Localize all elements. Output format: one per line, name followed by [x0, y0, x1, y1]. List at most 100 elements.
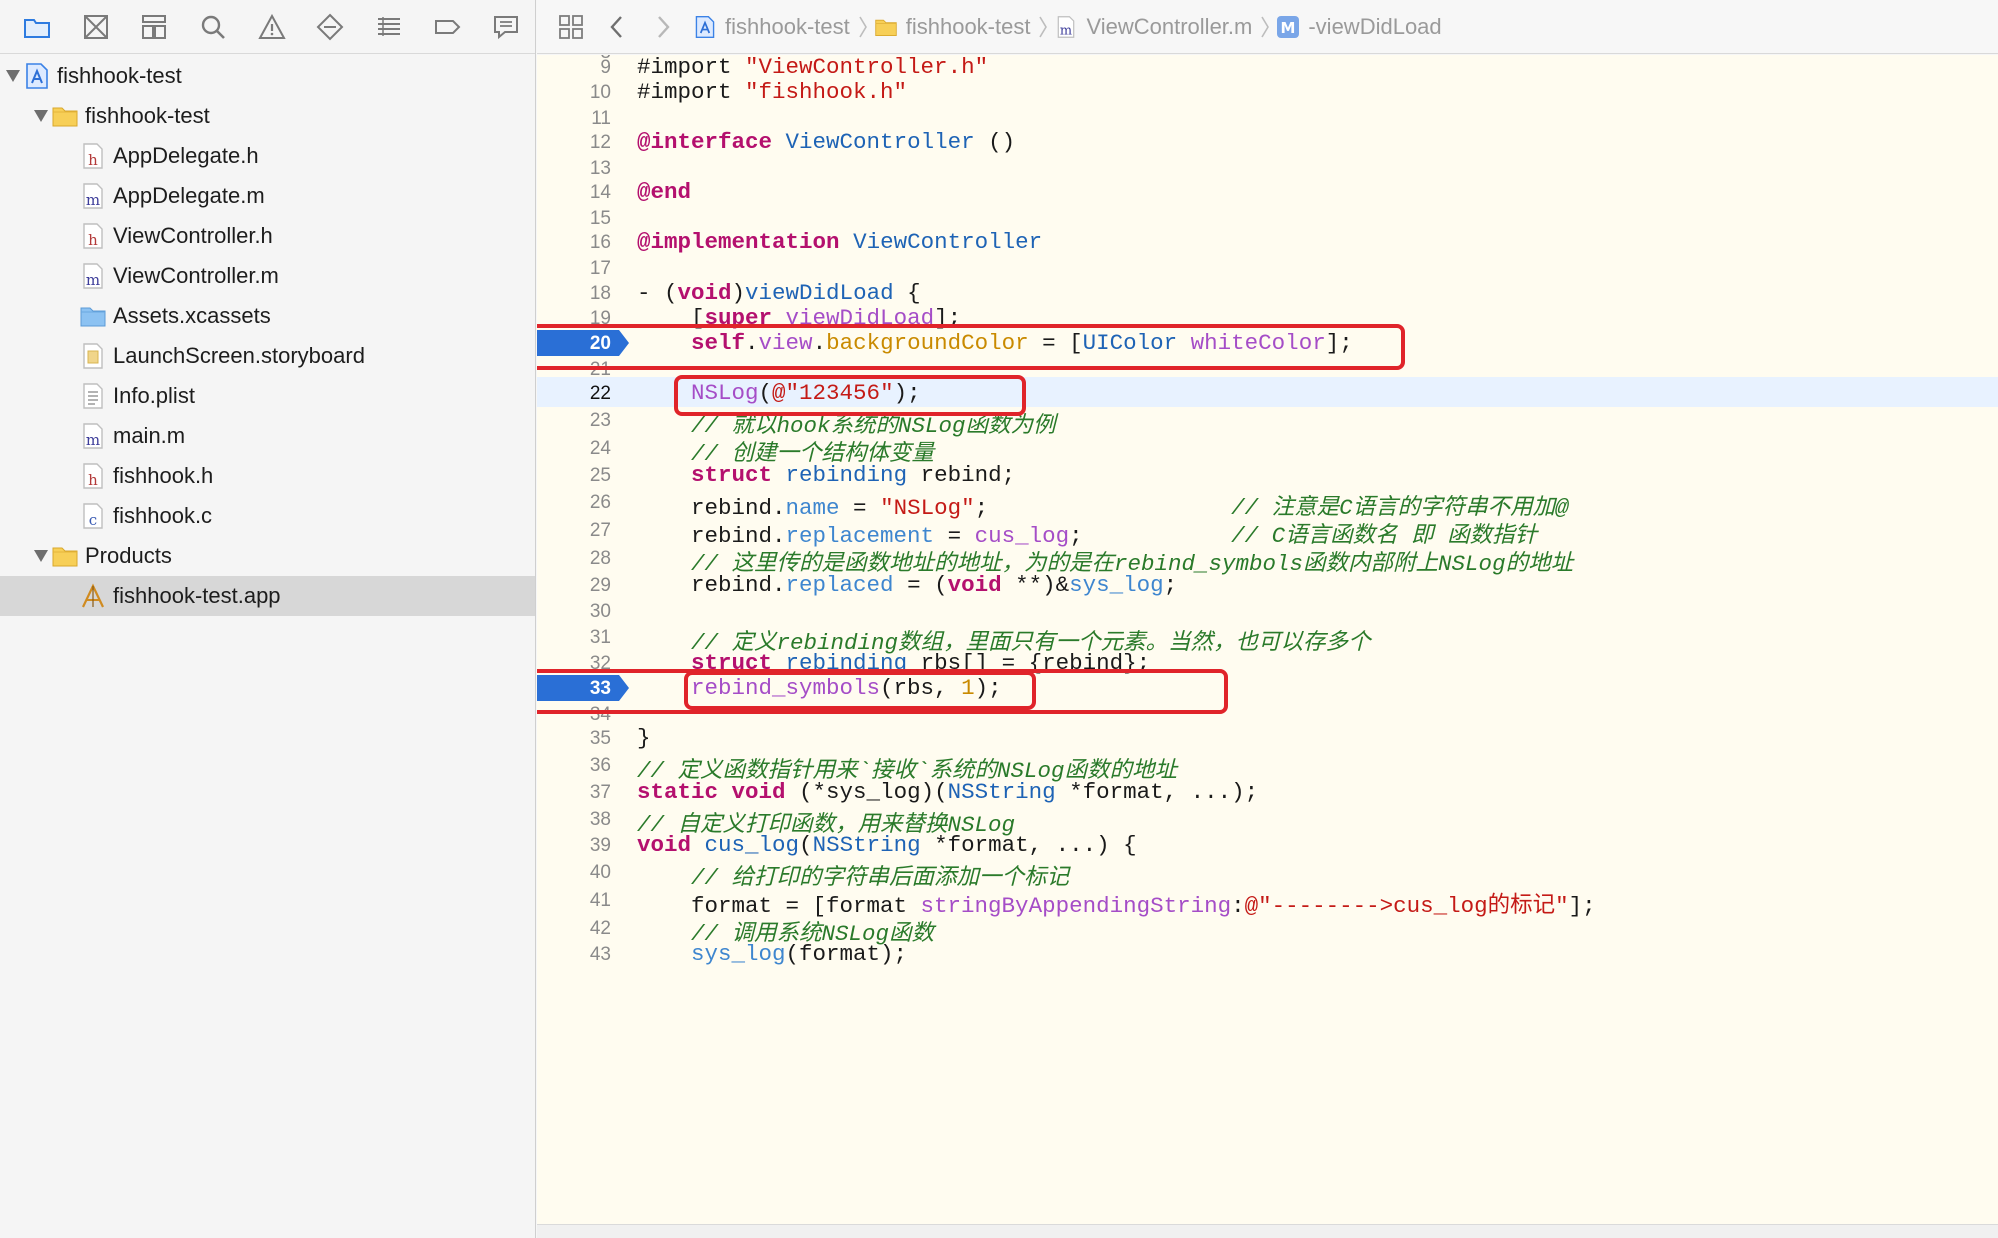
code-line[interactable]: 39 void cus_log(NSString *format, ...) {	[537, 829, 1998, 859]
breadcrumb-item[interactable]: fishhook-test	[874, 14, 1030, 40]
code-token: );	[893, 380, 921, 406]
disclosure-triangle-icon[interactable]	[2, 65, 24, 87]
code-line[interactable]: 22 NSLog(@"123456");	[537, 377, 1998, 407]
test-icon[interactable]	[301, 7, 360, 47]
svg-text:h: h	[88, 471, 98, 489]
line-number: 33	[589, 678, 611, 699]
code-line[interactable]: 43 sys_log(format);	[537, 938, 1998, 968]
code-line[interactable]: 27 rebind.replacement = cus_log; // C语言函…	[537, 514, 1998, 549]
source-control-icon[interactable]	[67, 7, 126, 47]
debug-icon[interactable]	[359, 7, 418, 47]
svg-text:m: m	[86, 271, 100, 289]
breadcrumb-item[interactable]: m ViewController.m	[1054, 14, 1252, 40]
group-folder-icon	[52, 102, 78, 130]
file-fishhook-h[interactable]: h fishhook.h	[0, 456, 535, 496]
code-line[interactable]: 28 // 这里传的是函数地址的地址，为的是在rebind_symbols函数内…	[537, 542, 1998, 577]
code-line[interactable]: 26 rebind.name = "NSLog"; // 注意是C语言的字符串不…	[537, 486, 1998, 521]
objc-file-icon: m	[80, 422, 106, 450]
header-file-icon: h	[80, 222, 106, 250]
navigator-toolbar	[0, 0, 535, 54]
tree-item-label: fishhook-test	[57, 63, 182, 88]
svg-text:m: m	[86, 191, 100, 209]
tree-item-label: AppDelegate.h	[113, 143, 259, 168]
tree-item-label: fishhook-test.app	[113, 583, 281, 608]
code-line[interactable]: 35}	[537, 722, 1998, 752]
folder-icon[interactable]	[8, 7, 67, 47]
code-line[interactable]: 23 // 就以hook系统的NSLog函数为例	[537, 404, 1998, 439]
group-fishhook-test[interactable]: fishhook-test	[0, 96, 535, 136]
header-file-icon: h	[80, 462, 106, 490]
file-appdelegate-m[interactable]: m AppDelegate.m	[0, 176, 535, 216]
horizontal-scrollbar[interactable]	[537, 1224, 1998, 1238]
jump-bar: fishhook-test fishhook-test m ViewControlle…	[537, 0, 1998, 54]
source-editor[interactable]: 89#import "ViewController.h"10#import "f…	[537, 55, 1998, 1238]
code-line[interactable]: 25 struct rebinding rebind;	[537, 459, 1998, 489]
line-number: 41	[589, 890, 611, 911]
breadcrumb-separator-icon	[858, 14, 868, 40]
file-viewcontroller-h[interactable]: h ViewController.h	[0, 216, 535, 256]
line-number: 37	[589, 782, 611, 803]
line-number: 27	[589, 520, 611, 541]
code-line[interactable]: 41 format = [format stringByAppendingStr…	[537, 884, 1998, 919]
file-appdelegate-h[interactable]: h AppDelegate.h	[0, 136, 535, 176]
forward-chevron-icon[interactable]	[641, 5, 685, 49]
code-token: cus_log	[704, 832, 800, 858]
warning-icon[interactable]	[242, 7, 301, 47]
code-line[interactable]: 24 // 创建一个结构体变量	[537, 432, 1998, 467]
report-icon[interactable]	[477, 7, 536, 47]
group-products[interactable]: Products	[0, 536, 535, 576]
code-token: @"123456"	[772, 380, 894, 406]
code-token: (	[799, 832, 813, 858]
tree-item-label: ViewController.m	[113, 263, 279, 288]
project-navigator: fishhook-test fishhook-test h AppDelegate.h…	[0, 0, 536, 1238]
code-line[interactable]: 37 static void (*sys_log)(NSString *forma…	[537, 776, 1998, 806]
code-token: (*sys_log)(	[785, 779, 948, 805]
tree-item-label: ViewController.h	[113, 223, 273, 248]
file-fishhook-test-app[interactable]: fishhook-test.app	[0, 576, 535, 616]
file-viewcontroller-m[interactable]: m ViewController.m	[0, 256, 535, 296]
disclosure-triangle-icon[interactable]	[30, 105, 52, 127]
code-text: NSLog(@"123456");	[637, 380, 921, 406]
code-line[interactable]: 40 // 给打印的字符串后面添加一个标记	[537, 856, 1998, 891]
back-chevron-icon[interactable]	[595, 5, 639, 49]
file-launchscreen[interactable]: LaunchScreen.storyboard	[0, 336, 535, 376]
file-fishhook-c[interactable]: c fishhook.c	[0, 496, 535, 536]
code-line[interactable]: 36// 定义函数指针用来`接收`系统的NSLog函数的地址	[537, 749, 1998, 784]
tree-item-label: Info.plist	[113, 383, 195, 408]
code-text: void cus_log(NSString *format, ...) {	[637, 832, 1137, 858]
tree-item-label: fishhook.h	[113, 463, 214, 488]
tree-item-label: Assets.xcassets	[113, 303, 271, 328]
code-token: rebinding	[785, 462, 908, 488]
objc-file-icon: m	[80, 182, 106, 210]
line-number: 29	[589, 575, 611, 596]
project-fishhook-test[interactable]: fishhook-test	[0, 56, 535, 96]
file-info-plist[interactable]: Info.plist	[0, 376, 535, 416]
breadcrumb-item[interactable]: M -viewDidLoad	[1276, 14, 1442, 40]
header-file-icon: h	[80, 142, 106, 170]
code-token: NSString	[812, 832, 921, 858]
file-assets[interactable]: Assets.xcassets	[0, 296, 535, 336]
code-area[interactable]: 89#import "ViewController.h"10#import "f…	[537, 55, 1998, 1238]
app-product-icon	[80, 582, 106, 610]
tree-item-label: main.m	[113, 423, 186, 448]
related-items-icon[interactable]	[549, 5, 593, 49]
line-number: 38	[589, 809, 611, 830]
disclosure-triangle-icon[interactable]	[30, 545, 52, 567]
breakpoint-icon[interactable]	[418, 7, 477, 47]
tree-item-label: fishhook.c	[113, 503, 213, 528]
tree-item-label: LaunchScreen.storyboard	[113, 343, 365, 368]
symbol-icon[interactable]	[125, 7, 184, 47]
search-icon[interactable]	[184, 7, 243, 47]
file-main-m[interactable]: m main.m	[0, 416, 535, 456]
code-token: *format, ...) {	[920, 832, 1137, 858]
code-token: rebind;	[907, 462, 1016, 488]
breadcrumb-item[interactable]: fishhook-test	[693, 14, 850, 40]
breadcrumb-separator-icon	[1038, 14, 1048, 40]
